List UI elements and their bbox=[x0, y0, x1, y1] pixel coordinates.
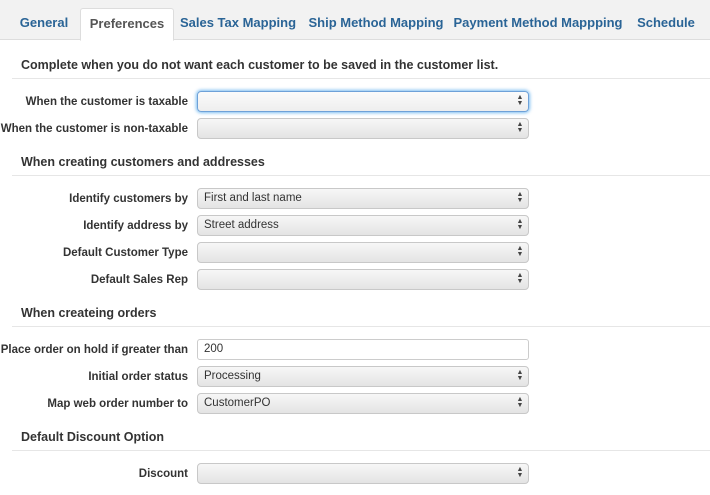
customer-type-select[interactable]: ▲ ▼ bbox=[197, 242, 529, 263]
up-down-chevron-icon: ▲ ▼ bbox=[516, 94, 524, 107]
section-title-no-save: Complete when you do not want each custo… bbox=[21, 58, 499, 72]
identify-address-select[interactable]: Street address ▲ ▼ bbox=[197, 215, 529, 236]
taxable-select[interactable]: ▲ ▼ bbox=[197, 91, 529, 112]
hold-threshold-value: 200 bbox=[204, 343, 224, 355]
identify-address-select-value: Street address bbox=[204, 219, 279, 231]
section-divider bbox=[12, 450, 710, 451]
sales-rep-select[interactable]: ▲ ▼ bbox=[197, 269, 529, 290]
initial-status-select[interactable]: Processing ▲ ▼ bbox=[197, 366, 529, 387]
tab-general[interactable]: General bbox=[10, 8, 78, 40]
tab-preferences[interactable]: Preferences bbox=[80, 8, 174, 41]
hold-threshold-label: Place order on hold if greater than bbox=[0, 344, 188, 356]
section-title-creating-customers: When creating customers and addresses bbox=[21, 155, 265, 169]
discount-label: Discount bbox=[138, 468, 188, 480]
nontaxable-select[interactable]: ▲ ▼ bbox=[197, 118, 529, 139]
identify-address-label: Identify address by bbox=[83, 220, 188, 232]
tab-sales-tax-mapping[interactable]: Sales Tax Mapping bbox=[176, 8, 300, 40]
up-down-chevron-icon: ▲ ▼ bbox=[516, 121, 524, 134]
taxable-label: When the customer is taxable bbox=[25, 96, 188, 108]
up-down-chevron-icon: ▲ ▼ bbox=[516, 245, 524, 258]
section-divider bbox=[12, 175, 710, 176]
map-order-number-label: Map web order number to bbox=[47, 398, 188, 410]
up-down-chevron-icon: ▲ ▼ bbox=[516, 369, 524, 382]
section-title-discount: Default Discount Option bbox=[21, 430, 165, 444]
tab-bar: General Preferences Sales Tax Mapping Sh… bbox=[0, 0, 710, 41]
up-down-chevron-icon: ▲ ▼ bbox=[516, 466, 524, 479]
identify-customers-select[interactable]: First and last name ▲ ▼ bbox=[197, 188, 529, 209]
section-title-orders: When createing orders bbox=[21, 306, 157, 320]
discount-select[interactable]: ▲ ▼ bbox=[197, 463, 529, 484]
tab-payment-method-mapping[interactable]: Payment Method Mappping bbox=[452, 8, 624, 40]
nontaxable-label: When the customer is non-taxable bbox=[0, 123, 188, 135]
map-order-number-select-value: CustomerPO bbox=[204, 397, 271, 409]
up-down-chevron-icon: ▲ ▼ bbox=[516, 191, 524, 204]
section-divider bbox=[12, 326, 710, 327]
identify-customers-select-value: First and last name bbox=[204, 192, 302, 204]
up-down-chevron-icon: ▲ ▼ bbox=[516, 218, 524, 231]
initial-status-select-value: Processing bbox=[204, 370, 261, 382]
map-order-number-select[interactable]: CustomerPO ▲ ▼ bbox=[197, 393, 529, 414]
identify-customers-label: Identify customers by bbox=[69, 193, 188, 205]
customer-type-label: Default Customer Type bbox=[62, 247, 188, 259]
initial-status-label: Initial order status bbox=[88, 371, 188, 383]
up-down-chevron-icon: ▲ ▼ bbox=[516, 396, 524, 409]
section-divider bbox=[12, 78, 710, 79]
tab-ship-method-mapping[interactable]: Ship Method Mapping bbox=[304, 8, 448, 40]
sales-rep-label: Default Sales Rep bbox=[90, 274, 188, 286]
tab-schedule[interactable]: Schedule bbox=[628, 8, 704, 40]
up-down-chevron-icon: ▲ ▼ bbox=[516, 272, 524, 285]
hold-threshold-input[interactable]: 200 bbox=[197, 339, 529, 360]
